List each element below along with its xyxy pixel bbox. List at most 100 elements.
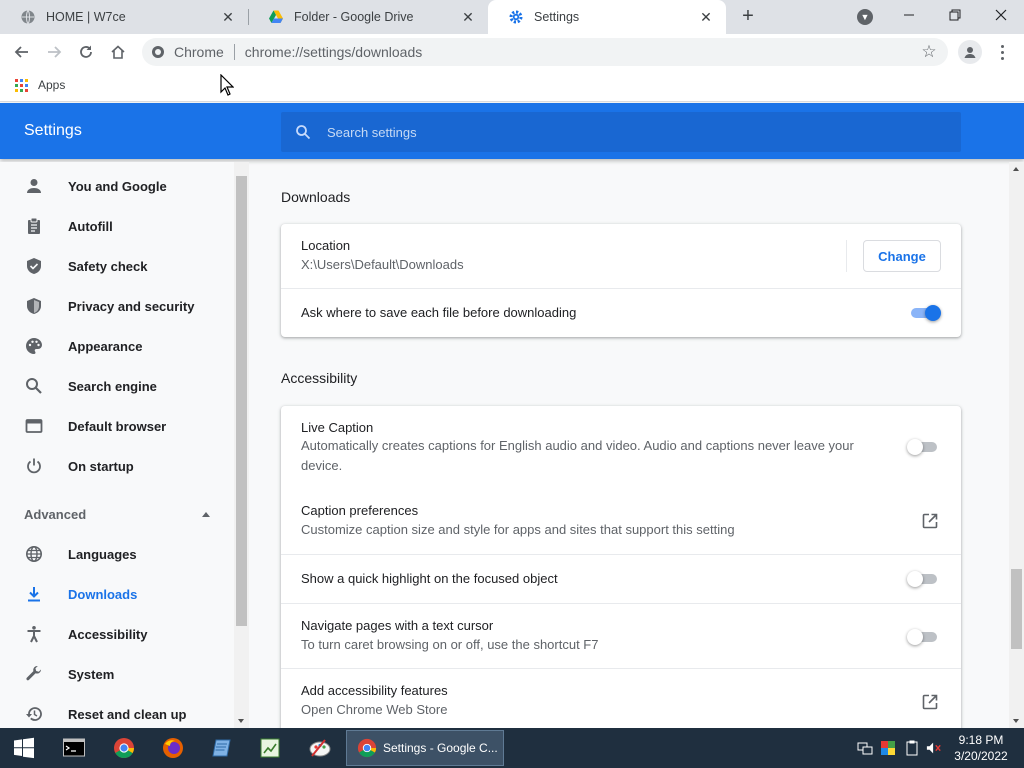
taskbar-window-title: Settings - Google C...	[383, 741, 498, 755]
home-button[interactable]	[106, 40, 130, 64]
tab-search-icon[interactable]: ▼	[857, 9, 873, 25]
close-tab-icon[interactable]: ✕	[460, 9, 476, 25]
accessibility-section-title: Accessibility	[281, 370, 358, 386]
wrench-icon	[24, 664, 44, 684]
menu-kebab-icon[interactable]	[994, 40, 1010, 64]
caret-browsing-row[interactable]: Navigate pages with a text cursor To tur…	[281, 603, 961, 668]
forward-button[interactable]	[42, 40, 66, 64]
close-window-button[interactable]	[978, 0, 1024, 30]
sidebar-item-label: Accessibility	[68, 626, 148, 642]
start-button[interactable]	[12, 736, 36, 760]
taskbar-clock[interactable]: 9:18 PM 3/20/2022	[946, 732, 1016, 764]
address-bar[interactable]: Chrome chrome://settings/downloads ☆	[142, 38, 948, 66]
sidebar-item-label: Downloads	[68, 586, 138, 602]
sidebar-item-label: On startup	[68, 458, 134, 474]
caret-browsing-toggle[interactable]	[907, 629, 941, 645]
scrollbar-thumb[interactable]	[236, 176, 247, 626]
browser-toolbar: Chrome chrome://settings/downloads ☆	[0, 34, 1024, 70]
firefox-icon[interactable]	[161, 736, 185, 760]
open-external-icon[interactable]	[921, 512, 939, 530]
sidebar-item-appearance[interactable]: Appearance	[0, 326, 234, 366]
tab-home[interactable]: HOME | W7ce ✕	[0, 0, 248, 34]
sidebar-item-system[interactable]: System	[0, 654, 234, 694]
scroll-down-arrow-icon[interactable]	[1013, 719, 1019, 723]
advanced-section-toggle[interactable]: Advanced	[0, 498, 234, 530]
download-icon	[24, 584, 44, 604]
restore-button[interactable]	[932, 0, 978, 30]
spreadsheet-icon[interactable]	[258, 736, 282, 760]
chevron-up-icon	[202, 511, 210, 517]
downloads-section-title: Downloads	[281, 189, 351, 205]
main-scrollbar[interactable]	[1009, 162, 1024, 728]
page-title: Settings	[24, 122, 82, 139]
sidebar-item-safety-check[interactable]: Safety check	[0, 246, 234, 286]
profile-avatar-icon[interactable]	[958, 40, 982, 64]
scroll-up-arrow-icon[interactable]	[1013, 167, 1019, 171]
volume-muted-icon[interactable]	[926, 740, 942, 756]
sidebar-item-you-and-google[interactable]: You and Google	[0, 166, 234, 206]
sidebar-scrollbar[interactable]	[234, 162, 249, 728]
color-display-icon[interactable]	[880, 740, 896, 756]
apps-grid-icon	[15, 78, 28, 92]
new-tab-button[interactable]: +	[736, 5, 760, 29]
live-caption-toggle[interactable]	[907, 439, 941, 455]
ask-before-download-toggle[interactable]	[909, 305, 941, 321]
live-caption-row[interactable]: Live Caption Automatically creates capti…	[281, 406, 961, 488]
sidebar-item-downloads[interactable]: Downloads	[0, 574, 234, 614]
scroll-down-arrow-icon[interactable]	[238, 719, 244, 723]
taskbar-chrome-window[interactable]: Settings - Google C...	[346, 730, 504, 766]
clock-date: 3/20/2022	[954, 749, 1008, 763]
sidebar-item-accessibility[interactable]: Accessibility	[0, 614, 234, 654]
location-label: Location	[301, 238, 351, 253]
tab-title: Settings	[534, 10, 580, 24]
focus-highlight-toggle[interactable]	[907, 571, 941, 587]
toggle-knob	[907, 439, 923, 455]
minimize-button[interactable]	[886, 0, 932, 30]
settings-header: Settings	[0, 103, 1024, 159]
caret-browsing-label: Navigate pages with a text cursor	[301, 618, 494, 633]
scrollbar-thumb[interactable]	[1011, 569, 1022, 649]
settings-gear-icon	[508, 9, 524, 25]
url-text[interactable]: chrome://settings/downloads	[245, 44, 422, 60]
caption-preferences-row[interactable]: Caption preferences Customize caption si…	[281, 488, 961, 554]
add-accessibility-features-description: Open Chrome Web Store	[301, 702, 448, 717]
sidebar-item-privacy[interactable]: Privacy and security	[0, 286, 234, 326]
back-button[interactable]	[10, 40, 34, 64]
sidebar-item-default-browser[interactable]: Default browser	[0, 406, 234, 446]
sidebar-item-on-startup[interactable]: On startup	[0, 446, 234, 486]
browser-window-icon	[24, 416, 44, 436]
downloads-card: Location X:\Users\Default\Downloads Chan…	[281, 224, 961, 337]
clipboard-tray-icon[interactable]	[904, 740, 920, 756]
mouse-cursor-icon	[220, 74, 234, 96]
apps-shortcut[interactable]: Apps	[15, 78, 65, 92]
reload-button[interactable]	[74, 40, 98, 64]
network-icon[interactable]	[857, 740, 873, 756]
open-external-icon[interactable]	[921, 693, 939, 711]
caption-preferences-label: Caption preferences	[301, 503, 419, 518]
tab-google-drive[interactable]: Folder - Google Drive ✕	[248, 0, 488, 34]
settings-sidebar: You and Google Autofill Safety check Pri…	[0, 162, 234, 728]
ask-before-download-row[interactable]: Ask where to save each file before downl…	[281, 288, 961, 337]
tab-settings[interactable]: Settings ✕	[488, 0, 726, 34]
text-editor-icon[interactable]	[210, 736, 234, 760]
bookmark-star-icon[interactable]: ☆	[920, 43, 938, 61]
windows-taskbar: Settings - Google C... 9:18 PM 3/20/2022	[0, 728, 1024, 768]
ask-before-download-label: Ask where to save each file before downl…	[301, 305, 577, 320]
command-prompt-icon[interactable]	[62, 736, 86, 760]
paint-icon[interactable]	[308, 736, 332, 760]
close-tab-icon[interactable]: ✕	[220, 9, 236, 25]
sidebar-item-languages[interactable]: Languages	[0, 534, 234, 574]
search-icon	[24, 376, 44, 396]
search-input[interactable]	[327, 118, 961, 146]
sidebar-item-search-engine[interactable]: Search engine	[0, 366, 234, 406]
close-tab-icon[interactable]: ✕	[698, 9, 714, 25]
sidebar-item-autofill[interactable]: Autofill	[0, 206, 234, 246]
change-location-button[interactable]: Change	[863, 240, 941, 272]
sidebar-item-label: Autofill	[68, 218, 113, 234]
chrome-icon[interactable]	[112, 736, 136, 760]
tab-title: Folder - Google Drive	[294, 10, 414, 24]
focus-highlight-row[interactable]: Show a quick highlight on the focused ob…	[281, 554, 961, 603]
globe-icon	[24, 544, 44, 564]
add-accessibility-features-row[interactable]: Add accessibility features Open Chrome W…	[281, 668, 961, 736]
search-box[interactable]	[281, 112, 961, 152]
